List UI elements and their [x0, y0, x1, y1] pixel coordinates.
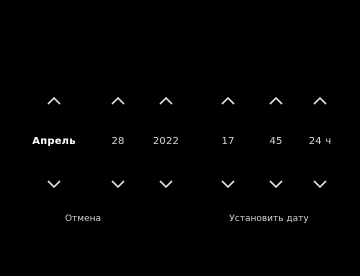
- cancel-button[interactable]: Отмена: [48, 214, 118, 224]
- chevron-up-icon: [313, 96, 327, 105]
- year-column: 2022: [141, 90, 191, 190]
- format-down-button[interactable]: [295, 174, 345, 194]
- chevron-down-icon: [159, 179, 173, 188]
- date-time-picker-screen: Апрель 28 2022 17 45 24 ч Отмена Установ…: [0, 0, 360, 276]
- format-column: 24 ч: [295, 90, 345, 190]
- chevron-up-icon: [159, 96, 173, 105]
- day-up-button[interactable]: [93, 90, 143, 110]
- chevron-down-icon: [221, 179, 235, 188]
- minute-up-button[interactable]: [251, 90, 301, 110]
- set-date-button[interactable]: Установить дату: [214, 214, 324, 224]
- month-down-button[interactable]: [29, 174, 79, 194]
- format-value[interactable]: 24 ч: [280, 136, 360, 147]
- minute-down-button[interactable]: [251, 174, 301, 194]
- chevron-down-icon: [47, 179, 61, 188]
- chevron-down-icon: [313, 179, 327, 188]
- month-up-button[interactable]: [29, 90, 79, 110]
- chevron-down-icon: [269, 179, 283, 188]
- chevron-down-icon: [111, 179, 125, 188]
- year-down-button[interactable]: [141, 174, 191, 194]
- day-down-button[interactable]: [93, 174, 143, 194]
- chevron-up-icon: [111, 96, 125, 105]
- chevron-up-icon: [47, 96, 61, 105]
- hour-up-button[interactable]: [203, 90, 253, 110]
- chevron-up-icon: [269, 96, 283, 105]
- chevron-up-icon: [221, 96, 235, 105]
- hour-down-button[interactable]: [203, 174, 253, 194]
- format-up-button[interactable]: [295, 90, 345, 110]
- year-up-button[interactable]: [141, 90, 191, 110]
- month-column: Апрель: [29, 90, 79, 190]
